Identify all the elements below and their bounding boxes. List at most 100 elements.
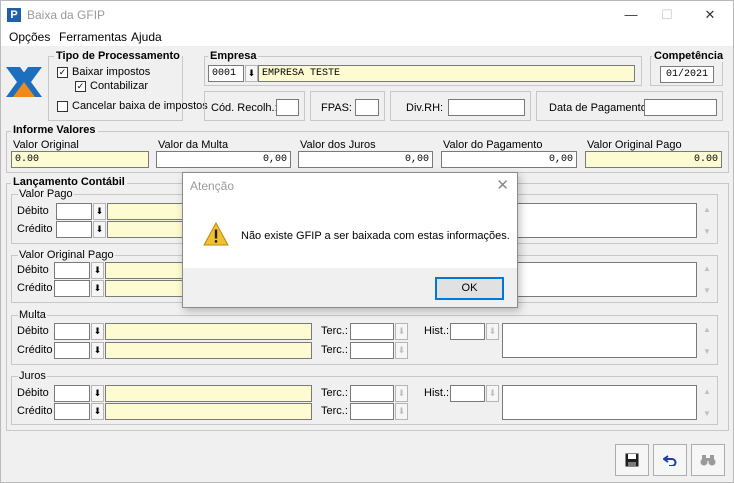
fpas-label: FPAS: (321, 102, 352, 114)
search-button[interactable] (691, 444, 725, 476)
multa-hist-textarea[interactable] (502, 323, 697, 358)
juros-credito-desc[interactable] (105, 403, 312, 420)
juros-hist-textarea[interactable] (502, 385, 697, 420)
empresa-title: Empresa (208, 50, 259, 62)
multa-debito-label: Débito (17, 325, 49, 337)
processamento-title: Tipo de Processamento (54, 50, 182, 62)
scroll-down-icon[interactable]: ▼ (700, 347, 714, 356)
valor-pago-credito-label: Crédito (17, 223, 53, 235)
data-pagamento-input[interactable] (644, 99, 717, 116)
multa-credito-input[interactable] (54, 342, 90, 359)
valor-multa-input[interactable]: 0,00 (156, 151, 291, 168)
multa-debito-terc-lookup-icon[interactable]: ⬇ (395, 323, 408, 340)
vop-debito-label: Débito (17, 264, 49, 276)
ok-button[interactable]: OK (435, 277, 504, 300)
multa-debito-input[interactable] (54, 323, 90, 340)
valor-pagamento-input[interactable]: 0,00 (441, 151, 577, 168)
data-pagamento-label: Data de Pagamento: (549, 102, 650, 114)
juros-debito-terc-input[interactable] (350, 385, 394, 402)
scroll-up-icon[interactable]: ▲ (700, 387, 714, 396)
juros-debito-lookup-icon[interactable]: ⬇ (91, 385, 104, 402)
valor-juros-label: Valor dos Juros (300, 139, 376, 151)
valor-original-pago-input[interactable]: 0.00 (585, 151, 722, 168)
window-title: Baixa da GFIP (27, 8, 106, 22)
juros-credito-terc-label: Terc.: (321, 405, 348, 417)
scroll-down-icon[interactable]: ▼ (700, 409, 714, 418)
multa-credito-lookup-icon[interactable]: ⬇ (91, 342, 104, 359)
juros-debito-desc[interactable] (105, 385, 312, 402)
juros-debito-input[interactable] (54, 385, 90, 402)
vop-credito-desc[interactable] (105, 280, 187, 297)
valor-original-input[interactable]: 0.00 (11, 151, 149, 168)
valor-original-pago-section-title: Valor Original Pago (18, 249, 115, 261)
dialog-message: Não existe GFIP a ser baixada com estas … (241, 230, 510, 242)
multa-credito-terc-lookup-icon[interactable]: ⬇ (395, 342, 408, 359)
juros-hist-input[interactable] (450, 385, 485, 402)
vop-debito-input[interactable] (54, 262, 90, 279)
multa-credito-desc[interactable] (105, 342, 312, 359)
valor-pago-debito-desc[interactable] (107, 203, 187, 220)
vop-debito-lookup-icon[interactable]: ⬇ (91, 262, 104, 279)
cancelar-baixa-checkbox[interactable] (57, 101, 68, 112)
warning-icon (203, 222, 229, 246)
vop-credito-input[interactable] (54, 280, 90, 297)
empresa-code-input[interactable]: 0001 (208, 65, 244, 82)
save-button[interactable] (615, 444, 649, 476)
menu-ajuda[interactable]: Ajuda (131, 30, 162, 44)
contabilizar-checkbox[interactable]: ✓ (75, 81, 86, 92)
juros-hist-lookup-icon[interactable]: ⬇ (486, 385, 499, 402)
multa-hist-lookup-icon[interactable]: ⬇ (486, 323, 499, 340)
floppy-disk-icon (625, 453, 639, 467)
juros-credito-label: Crédito (17, 405, 53, 417)
scroll-up-icon[interactable]: ▲ (700, 264, 714, 273)
dialog-close-button[interactable]: ✕ (496, 176, 509, 194)
menu-opcoes[interactable]: Opções (9, 30, 50, 44)
vop-credito-label: Crédito (17, 282, 53, 294)
juros-credito-terc-input[interactable] (350, 403, 394, 420)
multa-debito-lookup-icon[interactable]: ⬇ (91, 323, 104, 340)
vop-debito-desc[interactable] (105, 262, 187, 279)
juros-debito-terc-lookup-icon[interactable]: ⬇ (395, 385, 408, 402)
valor-pago-debito-input[interactable] (56, 203, 92, 220)
scroll-down-icon[interactable]: ▼ (700, 227, 714, 236)
undo-button[interactable] (653, 444, 687, 476)
empresa-lookup-icon[interactable]: ⬇ (245, 65, 258, 82)
multa-debito-terc-input[interactable] (350, 323, 394, 340)
multa-debito-terc-label: Terc.: (321, 325, 348, 337)
menu-bar: Opções Ferramentas Ajuda (1, 28, 733, 46)
cod-recolh-input[interactable] (276, 99, 299, 116)
alert-dialog: Atenção ✕ Não existe GFIP a ser baixada … (182, 172, 518, 308)
maximize-button[interactable]: ☐ (645, 1, 689, 28)
empresa-name-input[interactable]: EMPRESA TESTE (258, 65, 635, 82)
valor-pago-hist-textarea[interactable] (517, 203, 697, 238)
valor-pago-credito-desc[interactable] (107, 221, 187, 238)
scroll-up-icon[interactable]: ▲ (700, 205, 714, 214)
juros-hist-label: Hist.: (424, 387, 450, 399)
cod-recolh-label: Cód. Recolh.: (211, 102, 278, 114)
multa-credito-terc-input[interactable] (350, 342, 394, 359)
fpas-input[interactable] (355, 99, 379, 116)
juros-credito-lookup-icon[interactable]: ⬇ (91, 403, 104, 420)
valor-pago-credito-input[interactable] (56, 221, 92, 238)
divrh-input[interactable] (448, 99, 525, 116)
juros-credito-terc-lookup-icon[interactable]: ⬇ (395, 403, 408, 420)
lancamento-title: Lançamento Contábil (11, 176, 127, 188)
multa-title: Multa (18, 309, 47, 321)
valor-original-pago-label: Valor Original Pago (587, 139, 682, 151)
vop-hist-textarea[interactable] (517, 262, 697, 297)
close-button[interactable]: ✕ (688, 1, 732, 28)
multa-hist-input[interactable] (450, 323, 485, 340)
juros-credito-input[interactable] (54, 403, 90, 420)
binoculars-icon (700, 455, 716, 466)
multa-credito-terc-label: Terc.: (321, 344, 348, 356)
scroll-down-icon[interactable]: ▼ (700, 286, 714, 295)
scroll-up-icon[interactable]: ▲ (700, 325, 714, 334)
competencia-input[interactable]: 01/2021 (660, 66, 714, 83)
valor-pago-credito-lookup-icon[interactable]: ⬇ (93, 221, 106, 238)
valor-pago-debito-lookup-icon[interactable]: ⬇ (93, 203, 106, 220)
multa-debito-desc[interactable] (105, 323, 312, 340)
valor-juros-input[interactable]: 0,00 (298, 151, 433, 168)
baixar-impostos-checkbox[interactable]: ✓ (57, 67, 68, 78)
vop-credito-lookup-icon[interactable]: ⬇ (91, 280, 104, 297)
menu-ferramentas[interactable]: Ferramentas (59, 30, 127, 44)
